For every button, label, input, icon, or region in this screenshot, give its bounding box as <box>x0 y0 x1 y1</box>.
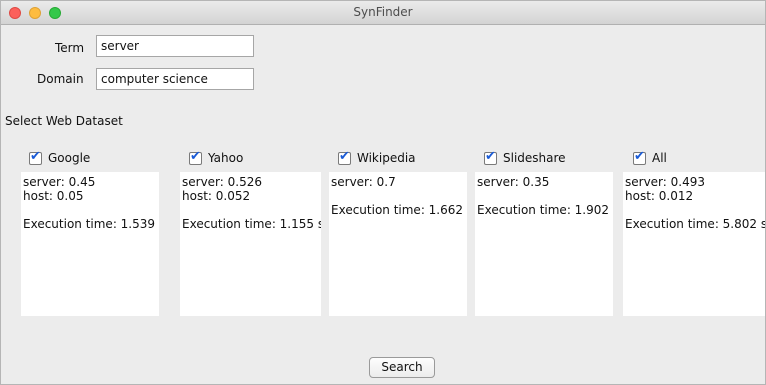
google-result-panel: server: 0.45 host: 0.05 Execution time: … <box>21 172 159 316</box>
term-input[interactable]: server <box>96 35 254 57</box>
execution-time: Execution time: 5.802 se <box>625 217 766 231</box>
wikipedia-result-panel: server: 0.7 Execution time: 1.662 s <box>329 172 467 316</box>
slideshare-checkbox-label: Slideshare <box>503 151 566 165</box>
result-line: host: 0.012 <box>625 189 694 203</box>
checkbox-checked-icon <box>484 149 497 165</box>
term-label: Term <box>55 41 85 55</box>
result-line: server: 0.45 <box>23 175 96 189</box>
checkbox-checked-icon <box>338 149 351 165</box>
all-checkbox[interactable]: All <box>633 149 667 167</box>
all-checkbox-label: All <box>652 151 667 165</box>
google-checkbox-label: Google <box>48 151 91 165</box>
domain-input[interactable]: computer science <box>96 68 254 90</box>
result-line: server: 0.526 <box>182 175 262 189</box>
slideshare-result-panel: server: 0.35 Execution time: 1.902 s <box>475 172 613 316</box>
checkbox-checked-icon <box>189 149 202 165</box>
yahoo-result-panel: server: 0.526 host: 0.052 Execution time… <box>180 172 321 316</box>
dataset-heading: Select Web Dataset <box>5 114 123 128</box>
execution-time: Execution time: 1.902 s <box>477 203 613 217</box>
google-checkbox[interactable]: Google <box>29 149 90 167</box>
title-bar: SynFinder <box>1 1 765 25</box>
result-line: server: 0.7 <box>331 175 396 189</box>
wikipedia-checkbox-label: Wikipedia <box>357 151 416 165</box>
search-button[interactable]: Search <box>369 357 435 378</box>
execution-time: Execution time: 1.662 s <box>331 203 467 217</box>
wikipedia-checkbox[interactable]: Wikipedia <box>338 149 416 167</box>
result-line: server: 0.35 <box>477 175 550 189</box>
result-line: host: 0.05 <box>23 189 84 203</box>
yahoo-checkbox-label: Yahoo <box>208 151 244 165</box>
execution-time: Execution time: 1.539 s <box>23 217 159 231</box>
yahoo-checkbox[interactable]: Yahoo <box>189 149 243 167</box>
window-title: SynFinder <box>353 5 413 19</box>
domain-label: Domain <box>37 72 84 86</box>
execution-time: Execution time: 1.155 s <box>182 217 321 231</box>
result-line: host: 0.052 <box>182 189 251 203</box>
result-line: server: 0.493 <box>625 175 705 189</box>
app-window: SynFinder Term server Domain computer sc… <box>0 0 766 385</box>
checkbox-checked-icon <box>29 149 42 165</box>
checkbox-checked-icon <box>633 149 646 165</box>
slideshare-checkbox[interactable]: Slideshare <box>484 149 566 167</box>
all-result-panel: server: 0.493 host: 0.012 Execution time… <box>623 172 766 316</box>
